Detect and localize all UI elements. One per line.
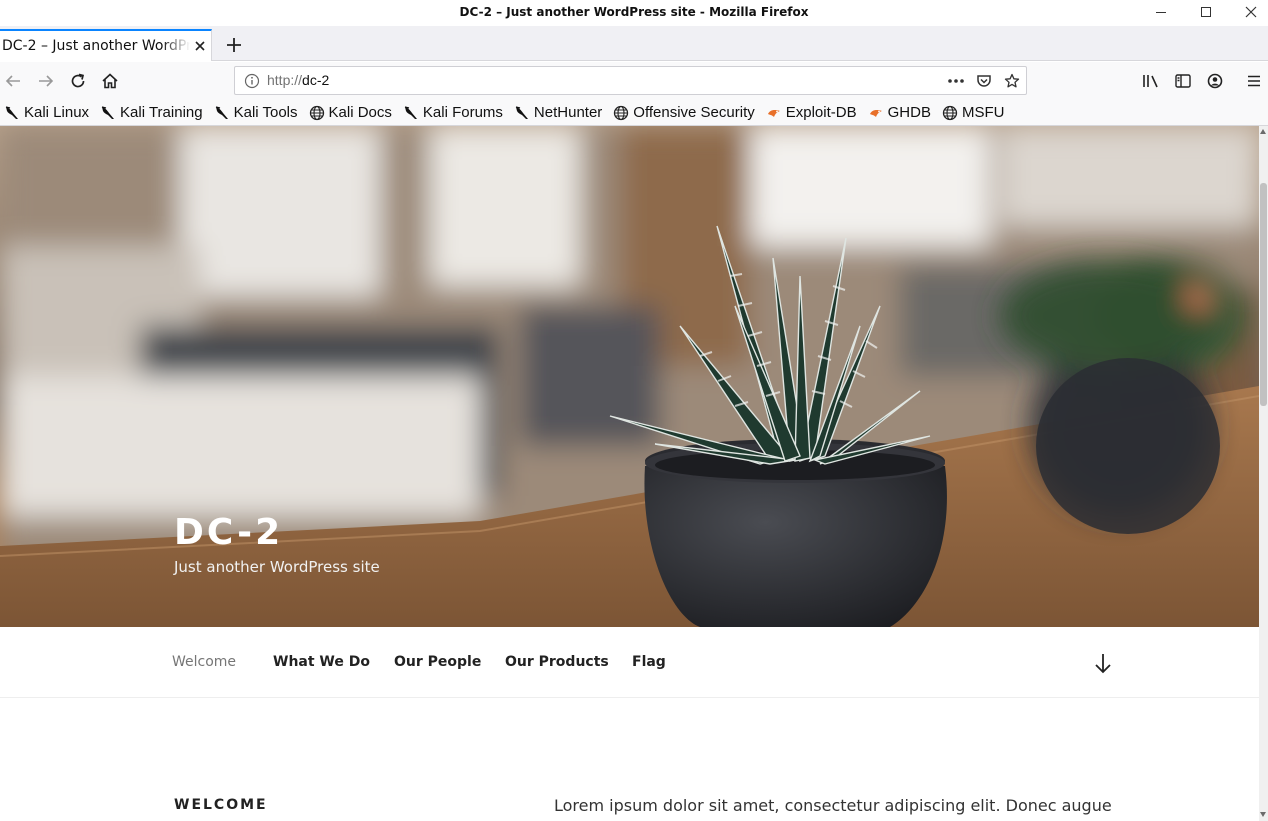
library-icon bbox=[1143, 75, 1158, 88]
globe-icon bbox=[613, 105, 633, 121]
globe-icon bbox=[309, 105, 329, 121]
tab-dc2[interactable]: DC-2 – Just another WordPress site bbox=[0, 29, 212, 61]
window-title: DC-2 – Just another WordPress site - Moz… bbox=[459, 5, 809, 19]
tab-label: DC-2 – Just another WordPress site bbox=[2, 38, 190, 54]
menu-item-our-products[interactable]: Our Products bbox=[505, 654, 609, 670]
back-button[interactable] bbox=[2, 70, 24, 92]
bookmark-exploit-db[interactable]: Exploit-DB bbox=[766, 104, 857, 121]
forward-arrow-icon bbox=[39, 75, 54, 87]
url-protocol: http:// bbox=[267, 72, 303, 88]
info-icon[interactable] bbox=[244, 73, 260, 89]
home-icon bbox=[102, 73, 118, 89]
new-tab-icon[interactable] bbox=[222, 33, 246, 57]
back-arrow-icon bbox=[5, 75, 20, 87]
bookmark-label: Exploit-DB bbox=[785, 104, 857, 121]
menu-item-our-people[interactable]: Our People bbox=[394, 654, 481, 670]
close-icon bbox=[1245, 6, 1257, 18]
pocket-icon bbox=[977, 75, 991, 87]
close-window-button[interactable] bbox=[1236, 2, 1266, 22]
tab-close-icon[interactable] bbox=[192, 38, 208, 54]
account-button[interactable] bbox=[1204, 70, 1226, 92]
reload-button[interactable] bbox=[67, 70, 89, 92]
kali-dragon-icon bbox=[403, 105, 423, 121]
bookmark-label: Kali Training bbox=[120, 104, 203, 121]
bookmark-kali-tools[interactable]: Kali Tools bbox=[214, 104, 298, 121]
url-bar[interactable]: http://dc-2 bbox=[234, 66, 1027, 95]
scroll-down-arrow-icon[interactable] bbox=[1092, 651, 1114, 675]
bookmarks-toolbar: Kali Linux Kali Training Kali Tools Kali Do… bbox=[0, 100, 1268, 126]
header-hero-image: DC-2 Just another WordPress site bbox=[0, 126, 1259, 627]
exploitdb-icon bbox=[766, 105, 786, 121]
library-button[interactable] bbox=[1140, 70, 1162, 92]
bookmark-nethunter[interactable]: NetHunter bbox=[514, 104, 602, 121]
kali-dragon-icon bbox=[100, 105, 120, 121]
reload-icon bbox=[71, 73, 85, 88]
sidebar-icon bbox=[1175, 74, 1191, 88]
minimize-icon bbox=[1156, 11, 1166, 13]
bookmark-offensive-security[interactable]: Offensive Security bbox=[613, 104, 755, 121]
forward-button[interactable] bbox=[35, 70, 57, 92]
menu-item-welcome[interactable]: Welcome bbox=[172, 654, 236, 670]
bookmark-kali-forums[interactable]: Kali Forums bbox=[403, 104, 503, 121]
bookmark-kali-linux[interactable]: Kali Linux bbox=[4, 104, 89, 121]
account-icon bbox=[1207, 73, 1223, 89]
bookmark-kali-docs[interactable]: Kali Docs bbox=[309, 104, 392, 121]
scrollbar-thumb[interactable] bbox=[1260, 183, 1267, 406]
menu-item-what-we-do[interactable]: What We Do bbox=[273, 654, 370, 670]
bookmark-label: Offensive Security bbox=[633, 104, 755, 121]
maximize-icon bbox=[1201, 7, 1211, 17]
section-title: WELCOME bbox=[174, 797, 268, 813]
sidebar-button[interactable] bbox=[1172, 70, 1194, 92]
bookmark-label: Kali Forums bbox=[422, 104, 503, 121]
navigation-toolbar: http://dc-2 bbox=[0, 62, 1268, 100]
exploitdb-icon bbox=[868, 105, 888, 121]
bookmark-label: MSFU bbox=[961, 104, 1005, 121]
tab-strip: DC-2 – Just another WordPress site bbox=[0, 26, 1268, 61]
bookmark-star-button[interactable] bbox=[1003, 72, 1021, 90]
bookmark-label: Kali Linux bbox=[24, 104, 90, 121]
kali-dragon-icon bbox=[4, 105, 24, 121]
window-titlebar: DC-2 – Just another WordPress site - Moz… bbox=[0, 0, 1268, 26]
page-scrollbar[interactable] bbox=[1259, 126, 1268, 821]
home-button[interactable] bbox=[99, 70, 121, 92]
kali-dragon-icon bbox=[214, 105, 234, 121]
bookmark-label: Kali Docs bbox=[328, 104, 392, 121]
minimize-button[interactable] bbox=[1146, 2, 1176, 22]
url-text[interactable]: http://dc-2 bbox=[267, 72, 329, 88]
menu-button[interactable] bbox=[1243, 70, 1265, 92]
more-dots-icon bbox=[948, 79, 964, 83]
scroll-down-icon[interactable] bbox=[1260, 812, 1266, 817]
hamburger-menu-icon bbox=[1248, 75, 1260, 87]
body-text: Lorem ipsum dolor sit amet, consectetur … bbox=[554, 796, 1112, 815]
globe-icon bbox=[942, 105, 962, 121]
bookmark-ghdb[interactable]: GHDB bbox=[868, 104, 931, 121]
star-icon bbox=[1004, 73, 1020, 88]
bookmark-kali-training[interactable]: Kali Training bbox=[100, 104, 203, 121]
page-viewport: DC-2 Just another WordPress site Welcome… bbox=[0, 126, 1259, 821]
site-description: Just another WordPress site bbox=[174, 558, 380, 576]
scroll-up-icon[interactable] bbox=[1260, 129, 1266, 134]
pocket-button[interactable] bbox=[975, 72, 993, 90]
bookmark-label: Kali Tools bbox=[233, 104, 298, 121]
menu-item-flag[interactable]: Flag bbox=[632, 654, 666, 670]
site-navigation: Welcome What We Do Our People Our Produc… bbox=[0, 627, 1259, 698]
site-title[interactable]: DC-2 bbox=[174, 512, 283, 553]
url-host: dc-2 bbox=[302, 72, 330, 88]
kali-dragon-icon bbox=[514, 105, 534, 121]
bookmark-msfu[interactable]: MSFU bbox=[942, 104, 1005, 121]
bookmark-label: GHDB bbox=[887, 104, 931, 121]
maximize-button[interactable] bbox=[1191, 2, 1221, 22]
page-content: WELCOME Lorem ipsum dolor sit amet, cons… bbox=[0, 698, 1259, 821]
bookmark-label: NetHunter bbox=[533, 104, 603, 121]
page-actions-button[interactable] bbox=[947, 72, 965, 90]
